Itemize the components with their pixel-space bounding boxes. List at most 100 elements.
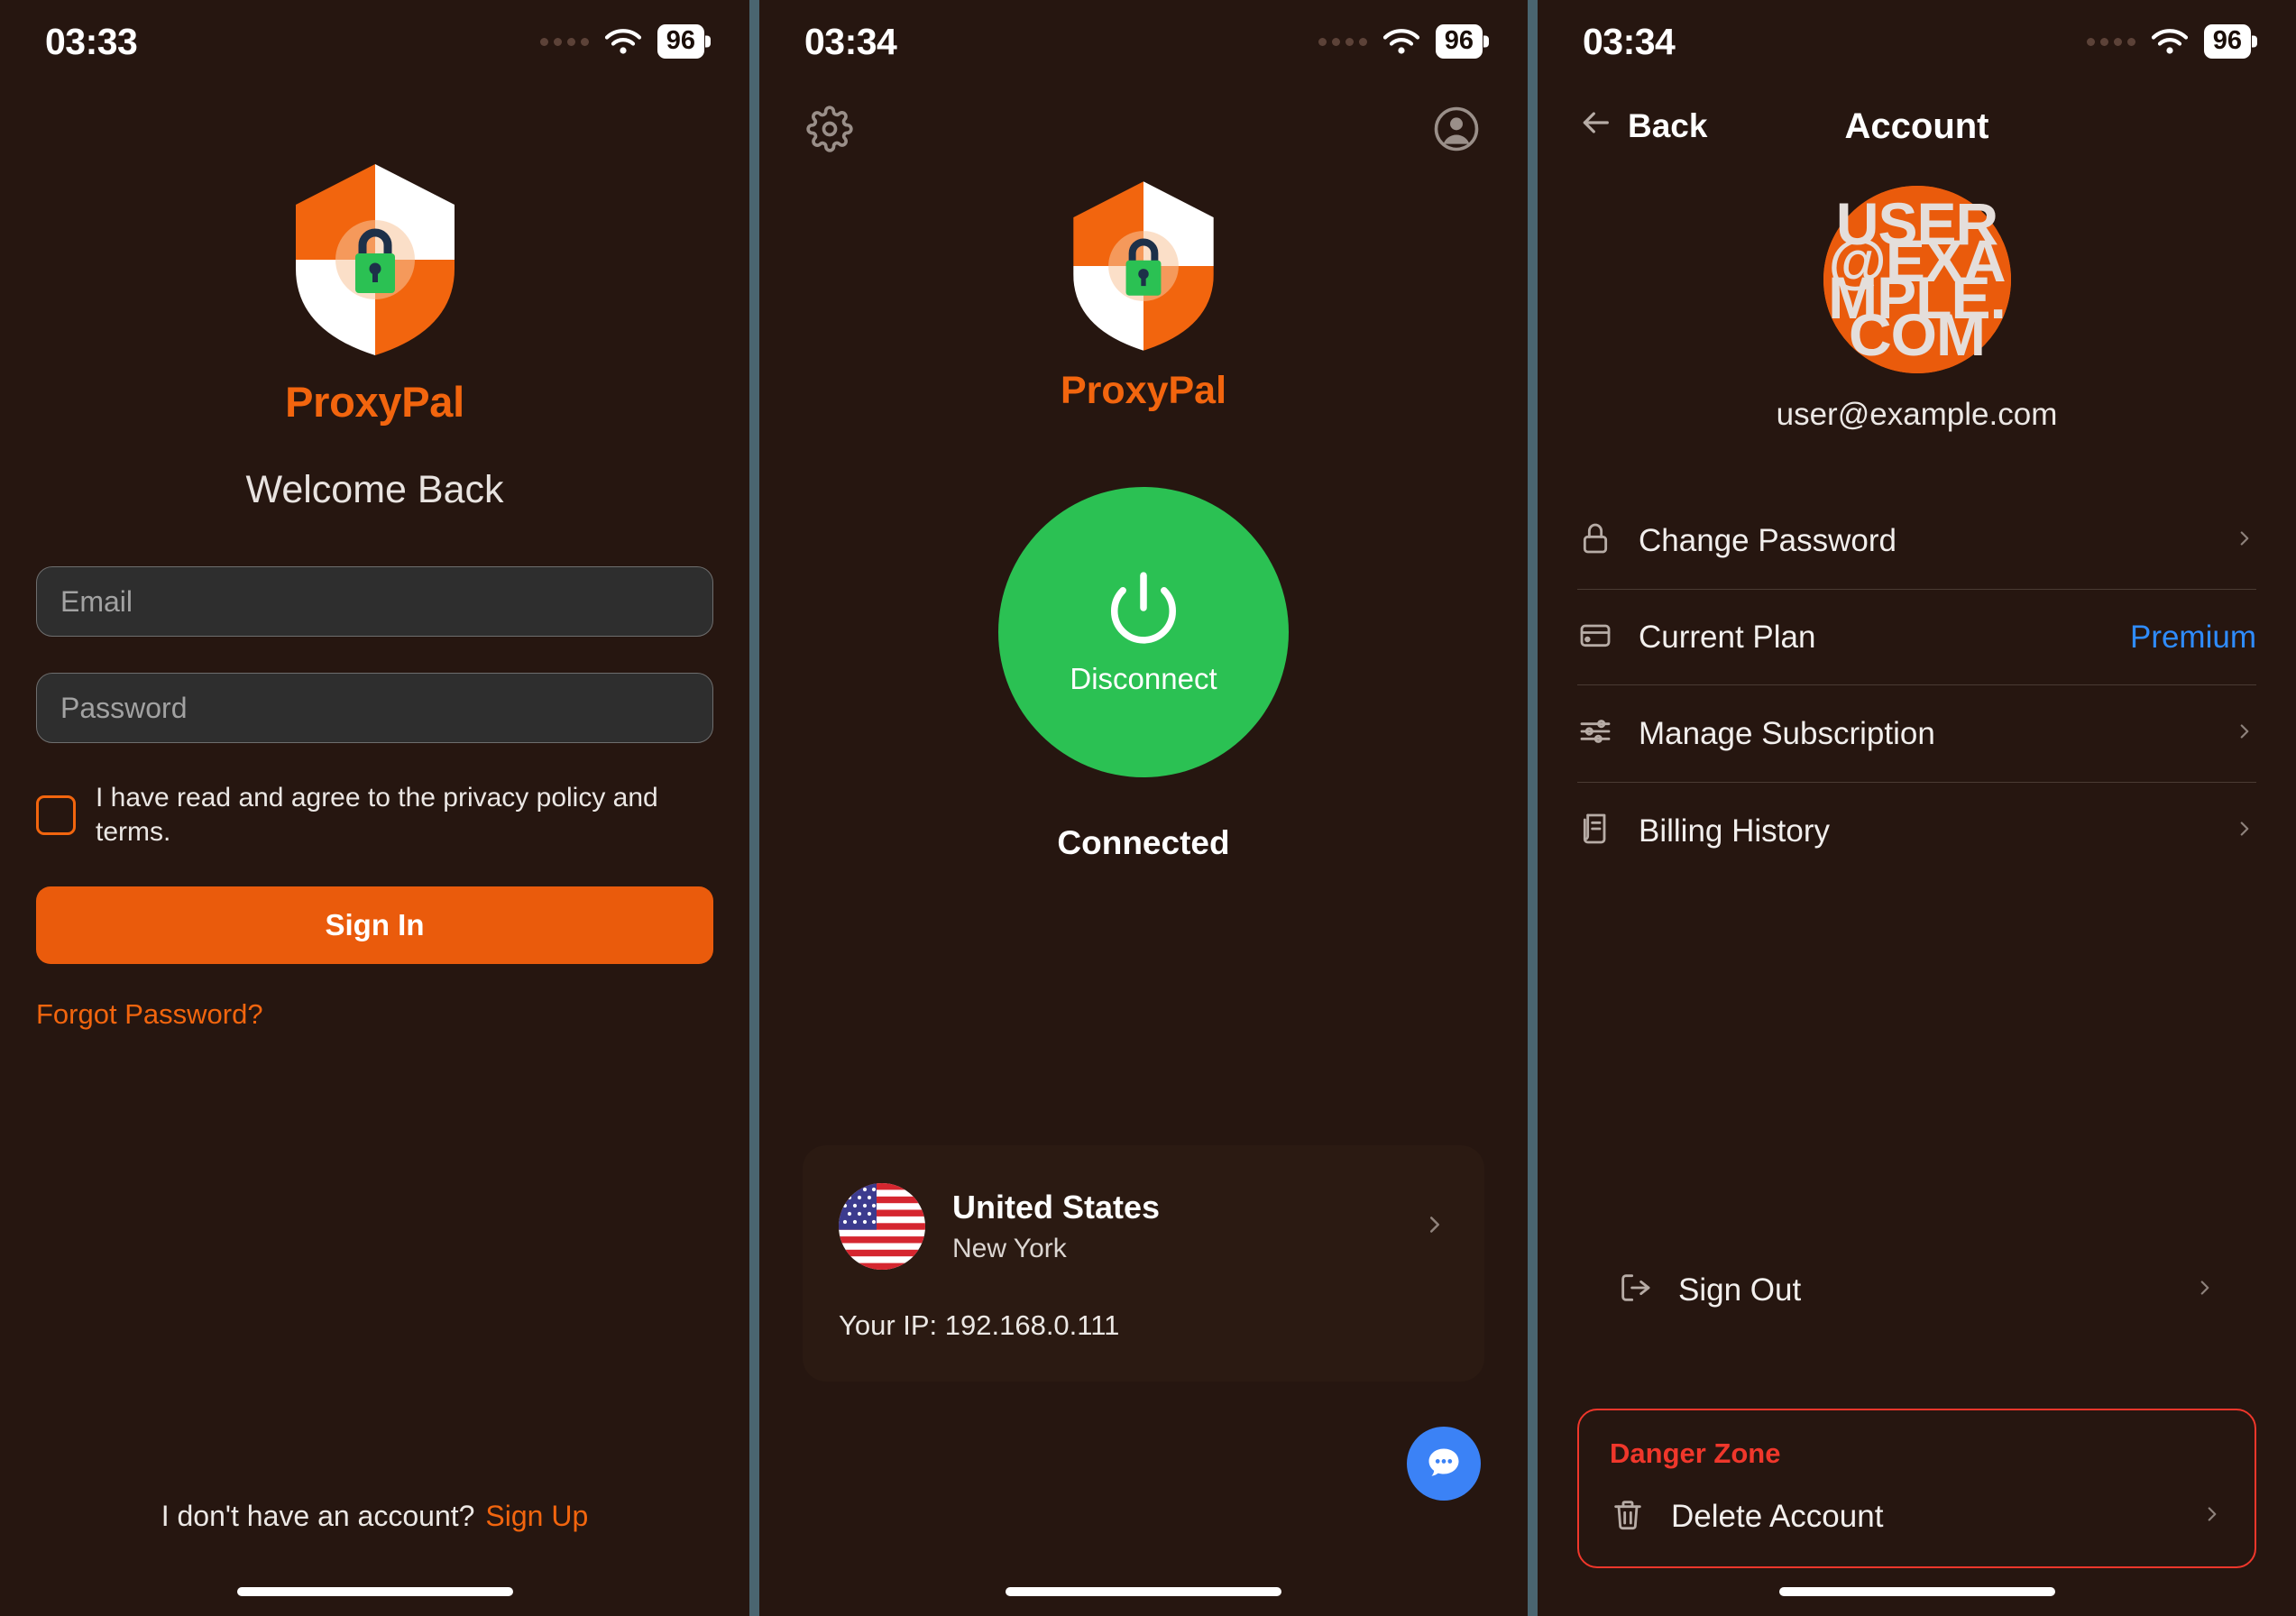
account-circle-icon[interactable]	[1432, 105, 1481, 158]
row-manage-subscription[interactable]: Manage Subscription	[1577, 685, 2256, 783]
screen-divider-2	[1528, 0, 1538, 1616]
row-label: Billing History	[1639, 813, 1830, 849]
chevron-right-icon	[2233, 810, 2256, 852]
wifi-icon	[1382, 28, 1420, 55]
screenshot-root: 03:33 96 ProxyPal Welcome Back Email I h…	[0, 0, 2296, 1616]
shield-lock-icon	[289, 162, 461, 357]
battery-indicator: 96	[1435, 23, 1483, 60]
sign-up-link[interactable]: Sign Up	[485, 1500, 588, 1532]
password-input[interactable]	[36, 673, 713, 743]
power-button-label: Disconnect	[1070, 661, 1217, 695]
row-label: Manage Subscription	[1639, 715, 1935, 751]
row-label: Delete Account	[1671, 1498, 1884, 1534]
row-change-password[interactable]: Change Password	[1577, 492, 2256, 590]
account-email: user@example.com	[1776, 397, 2058, 432]
credit-card-icon	[1577, 617, 1613, 657]
signal-dots-icon	[1318, 37, 1367, 46]
screen-account: 03:34 96 Back Account USER@EXAMPLE.COM u…	[1538, 0, 2296, 1616]
chevron-right-icon	[2233, 519, 2256, 562]
power-icon	[1105, 569, 1182, 649]
status-bar-time: 03:34	[804, 20, 897, 62]
home-topbar	[759, 83, 1528, 158]
danger-zone-panel: Danger Zone Delete Account	[1577, 1409, 2256, 1568]
home-logo	[759, 179, 1528, 353]
home-indicator	[1006, 1587, 1281, 1596]
sign-out-section: Sign Out	[1577, 1242, 2256, 1338]
wifi-icon	[604, 28, 642, 55]
row-current-plan[interactable]: Current Plan Premium	[1577, 590, 2256, 685]
row-label: Current Plan	[1639, 619, 1816, 655]
status-bar-login: 03:33 96	[0, 0, 749, 83]
disconnect-button[interactable]: Disconnect	[998, 487, 1289, 777]
status-bar-indicators: 96	[539, 23, 704, 60]
avatar-wrap: user@example.com	[1538, 186, 2296, 373]
avatar-initials: user@example.com	[1828, 190, 2007, 368]
home-indicator	[1778, 1587, 2055, 1596]
email-input[interactable]	[36, 566, 713, 637]
back-button-label: Back	[1628, 107, 1708, 144]
battery-indicator: 96	[657, 23, 704, 60]
server-city: New York	[952, 1234, 1067, 1263]
ip-address-label: Your IP: 192.168.0.111	[839, 1309, 1120, 1341]
server-text: United States New York	[952, 1189, 1394, 1264]
login-form: I have read and agree to the privacy pol…	[36, 566, 713, 1031]
login-content: ProxyPal Welcome Back I have read and ag…	[0, 83, 749, 1616]
connection-status: Connected	[1057, 824, 1230, 861]
checkbox-unchecked-icon[interactable]	[36, 794, 76, 835]
sign-out-inner: Sign Out	[1617, 1242, 2217, 1338]
back-button[interactable]: Back	[1577, 105, 1707, 149]
arrow-left-icon	[1577, 105, 1613, 149]
us-flag-icon	[839, 1183, 925, 1270]
login-logo	[0, 162, 749, 357]
status-bar-home: 03:34 96	[759, 0, 1528, 83]
home-content: ProxyPal Disconnect Connected United Sta…	[759, 83, 1528, 1616]
account-content: Back Account user@example.com user@examp…	[1538, 83, 2296, 1616]
status-bar-time: 03:33	[45, 20, 138, 62]
screen-login: 03:33 96 ProxyPal Welcome Back Email I h…	[0, 0, 749, 1616]
shield-lock-icon	[1068, 179, 1219, 353]
chevron-right-icon	[1421, 1203, 1448, 1251]
brand-title: ProxyPal	[1060, 369, 1227, 412]
page-title: Welcome Back	[245, 468, 504, 511]
forgot-password-link[interactable]: Forgot Password?	[36, 998, 263, 1031]
receipt-icon	[1577, 811, 1613, 851]
row-label: Change Password	[1639, 522, 1896, 558]
agree-terms-label: I have read and agree to the privacy pol…	[96, 783, 658, 847]
wifi-icon	[2151, 28, 2189, 55]
power-button-wrap: Disconnect	[759, 487, 1528, 777]
sign-in-button[interactable]: Sign In	[36, 886, 713, 964]
chat-bubble-icon[interactable]	[1407, 1427, 1481, 1501]
current-plan-value: Premium	[2129, 619, 2256, 655]
status-bar-indicators: 96	[1318, 23, 1483, 60]
screen-home: 03:34 96 ProxyPal Disconnect Connected U…	[759, 0, 1528, 1616]
trash-icon	[1610, 1496, 1646, 1537]
home-indicator	[236, 1587, 513, 1596]
signup-prompt: I don't have an account? Sign Up	[0, 1500, 749, 1533]
signal-dots-icon	[539, 37, 589, 46]
row-billing-history[interactable]: Billing History	[1577, 783, 2256, 879]
row-sign-out[interactable]: Sign Out	[1617, 1242, 2217, 1338]
server-country: United States	[952, 1189, 1161, 1226]
agree-terms-row[interactable]: I have read and agree to the privacy pol…	[36, 781, 713, 849]
status-bar-account: 03:34 96	[1538, 0, 2296, 83]
battery-indicator: 96	[2203, 23, 2251, 60]
sliders-icon	[1577, 713, 1613, 754]
server-selector-row[interactable]: United States New York	[839, 1183, 1448, 1270]
gear-icon[interactable]	[806, 106, 853, 157]
avatar: user@example.com	[1823, 186, 2011, 373]
lock-icon	[1577, 520, 1613, 561]
signal-dots-icon	[2086, 37, 2135, 46]
chevron-right-icon	[2233, 712, 2256, 755]
account-settings-list: Change Password Current Plan Premium Man…	[1577, 492, 2256, 879]
account-navbar: Back Account	[1538, 83, 2296, 170]
logout-icon	[1617, 1270, 1653, 1310]
chevron-right-icon	[2193, 1269, 2217, 1311]
status-bar-indicators: 96	[2086, 23, 2251, 60]
server-card: United States New York Your IP: 192.168.…	[803, 1145, 1484, 1382]
danger-zone-title: Danger Zone	[1610, 1437, 1781, 1469]
screen-divider-1	[749, 0, 759, 1616]
chevron-right-icon	[2200, 1495, 2224, 1538]
row-delete-account[interactable]: Delete Account	[1610, 1470, 2224, 1543]
brand-title: ProxyPal	[285, 378, 464, 426]
status-bar-time: 03:34	[1583, 20, 1676, 62]
